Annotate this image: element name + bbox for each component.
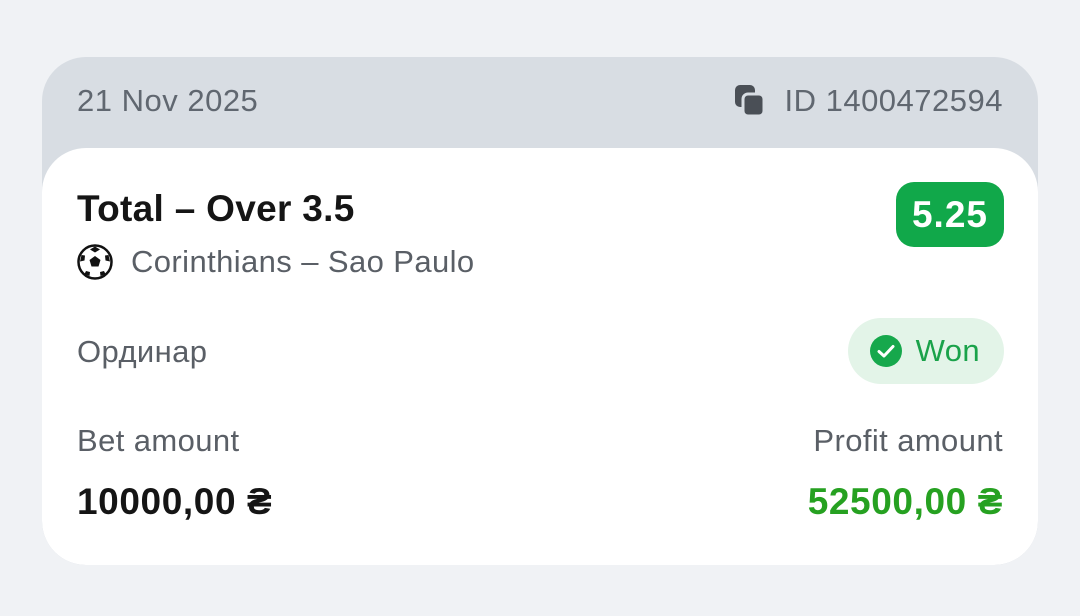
match-name: Corinthians – Sao Paulo bbox=[131, 244, 475, 279]
bet-card-header: 21 Nov 2025 ID 1400472594 bbox=[42, 57, 1038, 148]
status-badge: Won bbox=[847, 318, 1004, 384]
bet-market-title: Total – Over 3.5 bbox=[77, 188, 355, 229]
bet-card[interactable]: 21 Nov 2025 ID 1400472594 Total – Over 3… bbox=[42, 57, 1038, 565]
match-row: Corinthians – Sao Paulo bbox=[77, 244, 475, 280]
check-circle-icon bbox=[869, 335, 902, 367]
soccer-ball-icon bbox=[77, 244, 113, 280]
status-text: Won bbox=[915, 333, 980, 368]
bet-type: Ординар bbox=[77, 334, 208, 369]
bet-amount-value: 10000,00 ₴ bbox=[77, 481, 273, 522]
profit-amount-value: 52500,00 ₴ bbox=[807, 481, 1003, 522]
copy-icon[interactable] bbox=[734, 84, 766, 118]
bet-card-body: Total – Over 3.5 5.25 Corinthians – Sao … bbox=[42, 148, 1038, 565]
bet-amount-label: Bet amount bbox=[77, 423, 240, 458]
odds-badge: 5.25 bbox=[895, 182, 1004, 247]
bet-id-group[interactable]: ID 1400472594 bbox=[734, 83, 1003, 119]
profit-amount-label: Profit amount bbox=[813, 423, 1003, 458]
bet-date: 21 Nov 2025 bbox=[77, 83, 259, 118]
bet-id: ID 1400472594 bbox=[784, 83, 1003, 118]
